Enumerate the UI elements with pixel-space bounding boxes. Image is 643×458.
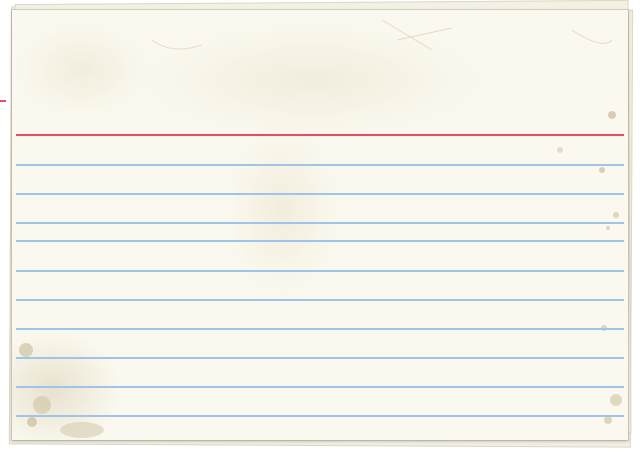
paper-scratch <box>571 29 613 44</box>
coffee-stain-icon <box>60 422 104 438</box>
ruled-line <box>16 386 624 388</box>
coffee-stain-icon <box>613 212 619 218</box>
ruled-line <box>16 222 624 224</box>
coffee-stain-icon <box>557 147 563 153</box>
coffee-stain-icon <box>604 416 612 424</box>
ruled-line <box>16 240 624 242</box>
ruled-line <box>16 299 624 301</box>
coffee-stain-icon <box>33 396 51 414</box>
coffee-stain-icon <box>599 167 605 173</box>
ruled-line <box>16 357 624 359</box>
discoloration-center <box>222 120 342 300</box>
coffee-stain-icon <box>610 394 622 406</box>
ruled-line <box>16 164 624 166</box>
paper-aging-texture <box>12 19 622 440</box>
ruled-line <box>16 415 624 417</box>
discoloration-top-center <box>132 20 492 140</box>
discoloration-top-left <box>12 20 152 120</box>
margin-tick-mark <box>0 100 6 102</box>
ruled-line <box>16 270 624 272</box>
coffee-stain-icon <box>27 417 37 427</box>
coffee-stain-icon <box>19 343 33 357</box>
coffee-stain-icon <box>606 226 610 230</box>
index-card-scene <box>0 0 643 458</box>
coffee-stain-icon <box>608 111 616 119</box>
ruled-line <box>16 193 624 195</box>
index-card <box>12 10 628 440</box>
header-rule <box>16 134 624 136</box>
ruled-line <box>16 328 624 330</box>
